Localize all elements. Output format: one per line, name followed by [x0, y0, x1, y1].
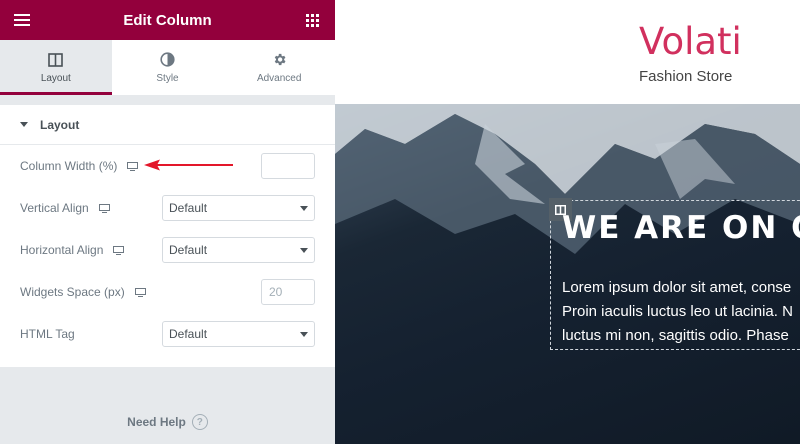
control-widgets-space: Widgets Space (px) 20 — [20, 271, 315, 313]
select-value: Default — [169, 201, 208, 215]
control-label: HTML Tag — [20, 327, 75, 341]
desktop-icon[interactable] — [113, 245, 125, 255]
spacer — [0, 95, 335, 105]
html-tag-select[interactable]: Default — [162, 321, 315, 347]
select-value: Default — [169, 243, 208, 257]
dropdown-arrow-icon — [300, 247, 308, 253]
columns-icon — [48, 52, 64, 68]
section-title: Layout — [40, 117, 80, 132]
control-vertical-align: Vertical Align Default — [20, 187, 315, 229]
body-line: Lorem ipsum dolor sit amet, conse — [562, 279, 792, 296]
page-preview: Volati Fashion Store WE ARE ON OU Lorem … — [335, 0, 800, 444]
panel-tabs: Layout Style Advanced — [0, 40, 335, 95]
control-label: Widgets Space (px) — [20, 285, 125, 299]
dropdown-arrow-icon — [300, 205, 308, 211]
tab-label: Advanced — [256, 72, 302, 84]
vertical-align-select[interactable]: Default — [162, 195, 315, 221]
control-label: Horizontal Align — [20, 243, 104, 257]
panel-header: Edit Column — [0, 0, 335, 40]
control-html-tag: HTML Tag Default — [20, 313, 315, 355]
contrast-icon — [160, 52, 175, 68]
control-label: Vertical Align — [20, 201, 89, 215]
question-icon: ? — [191, 414, 208, 430]
editor-panel: Edit Column Layout Style Advanced Layout… — [0, 0, 335, 444]
gear-icon — [272, 52, 287, 68]
need-help-link[interactable]: Need Help ? — [0, 414, 335, 430]
tab-style[interactable]: Style — [112, 40, 224, 95]
help-label: Need Help — [127, 415, 186, 429]
brand-name[interactable]: Volati — [639, 20, 742, 63]
annotation-arrow-icon — [144, 159, 233, 171]
desktop-icon[interactable] — [127, 161, 139, 171]
select-value: Default — [169, 327, 208, 341]
dropdown-arrow-icon — [300, 331, 308, 337]
tab-label: Style — [156, 72, 179, 84]
desktop-icon[interactable] — [98, 203, 110, 213]
caret-down-icon — [20, 122, 28, 127]
panel-title: Edit Column — [123, 11, 212, 29]
brand-tagline: Fashion Store — [639, 68, 733, 85]
body-line: Proin iaculis luctus leo ut lacinia. N — [562, 303, 793, 320]
tab-advanced[interactable]: Advanced — [223, 40, 335, 95]
control-label: Column Width (%) — [20, 159, 118, 173]
section-toggle[interactable]: Layout — [0, 105, 335, 145]
layout-section: Layout Column Width (%) Vertical Align D… — [0, 105, 335, 367]
site-header: Volati Fashion Store — [335, 0, 800, 104]
widgets-grid-icon[interactable] — [303, 10, 323, 30]
hero-headline: WE ARE ON OU — [562, 210, 800, 246]
control-column-width: Column Width (%) — [20, 145, 315, 187]
tab-layout[interactable]: Layout — [0, 40, 112, 95]
hamburger-menu-icon[interactable] — [12, 10, 32, 30]
hero-body-text: Lorem ipsum dolor sit amet, conse Proin … — [562, 276, 793, 348]
desktop-icon[interactable] — [134, 287, 146, 297]
horizontal-align-select[interactable]: Default — [162, 237, 315, 263]
column-width-input[interactable] — [261, 153, 315, 179]
body-line: luctus mi non, sagittis odio. Phase — [562, 327, 789, 344]
controls-list: Column Width (%) Vertical Align Default … — [0, 145, 335, 367]
control-horizontal-align: Horizontal Align Default — [20, 229, 315, 271]
widgets-space-input[interactable]: 20 — [261, 279, 315, 305]
tab-label: Layout — [40, 72, 71, 84]
